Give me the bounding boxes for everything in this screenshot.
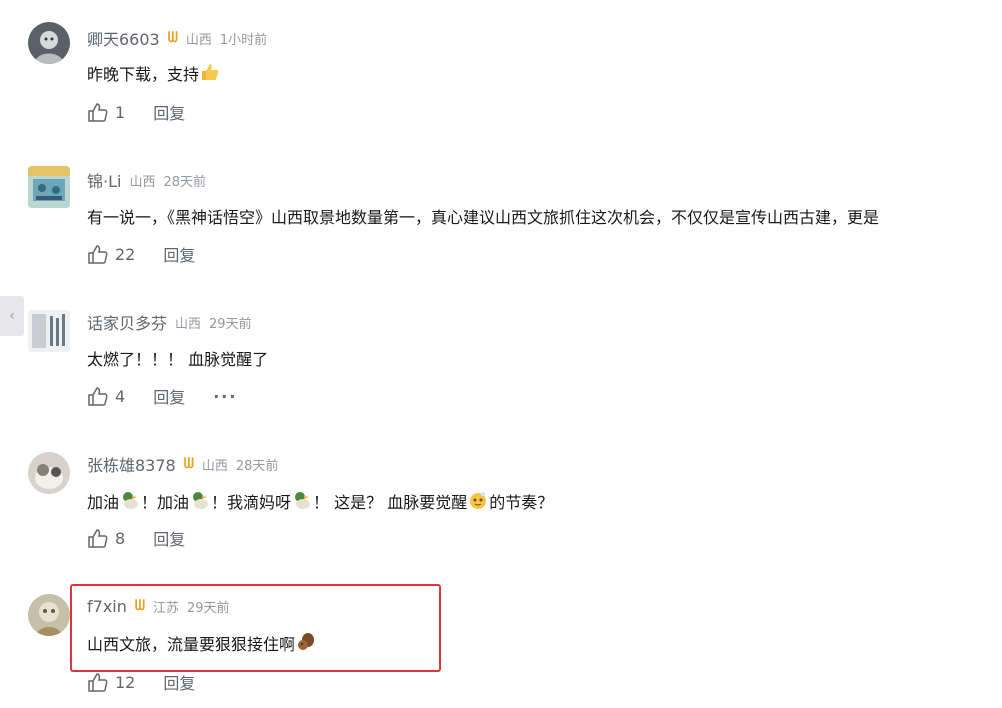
avatar[interactable] (28, 22, 70, 64)
comment-text: 太燃了！！！ 血脉觉醒了 (87, 350, 269, 369)
comment-item: 卿天6603 ᗯ 山西 1小时前 昨晚下载，支持 1 回复 (0, 0, 1002, 140)
comment-meta: 锦·Li 山西 28天前 (87, 168, 206, 192)
reply-button[interactable]: 回复 (163, 670, 195, 694)
duck-emoji-icon (292, 490, 312, 517)
reply-button[interactable]: 回复 (153, 100, 185, 124)
ip-location: 山西 (129, 174, 156, 190)
ip-location: 山西 (185, 32, 212, 48)
like-button[interactable]: 1 (87, 101, 125, 123)
more-options-button[interactable]: ··· (213, 387, 237, 406)
like-count: 1 (115, 102, 126, 122)
comment-text-part: 加油 (87, 493, 120, 512)
comment-text: 有一说一，《黑神话悟空》山西取景地数量第一，真心建议山西文旅抓住这次机会，不仅仅… (87, 208, 880, 227)
reply-button[interactable]: 回复 (153, 384, 185, 408)
comment-time: 28天前 (163, 174, 207, 190)
username[interactable]: 卿天6603 (87, 26, 160, 50)
comment-actions: 22 回复 (87, 242, 195, 266)
like-button[interactable]: 4 (87, 385, 125, 407)
comment-meta: 话家贝多芬 山西 29天前 (87, 310, 252, 334)
like-count: 12 (115, 672, 136, 692)
thumb-up-icon (88, 103, 108, 122)
comment-text-part: ！我滴妈呀 (211, 493, 292, 512)
comment-actions: 12 回复 (87, 670, 195, 694)
reply-button[interactable]: 回复 (153, 526, 185, 550)
duck-emoji-icon (190, 490, 210, 517)
like-button[interactable]: 8 (87, 527, 125, 549)
thumb-up-icon (88, 529, 108, 548)
comment-text-part: ！加油 (141, 493, 190, 512)
member-badge-icon: ᗯ (183, 456, 194, 472)
comment-text: 加油 ！加油 ！我滴妈呀 ！ 这是？ 血脉要觉醒 的节奏？ (87, 490, 553, 517)
comment-actions: 1 回复 (87, 100, 185, 124)
username[interactable]: 锦·Li (87, 168, 121, 192)
username[interactable]: 张栋雄8378 (87, 452, 176, 476)
like-button[interactable]: 22 (87, 243, 135, 265)
comment-item: 张栋雄8378 ᗯ 山西 28天前 加油 ！加油 ！我滴妈呀 ！ 这是？ 血脉要觉醒 的… (0, 426, 1002, 566)
thumb-up-icon (88, 673, 108, 692)
duck-emoji-icon (120, 490, 140, 517)
avatar[interactable] (28, 166, 70, 208)
comment-meta: 张栋雄8378 ᗯ 山西 28天前 (87, 452, 278, 476)
thumb-up-icon (88, 387, 108, 406)
avatar[interactable] (28, 310, 70, 352)
comment-actions: 4 回复 ··· (87, 384, 237, 408)
ip-location: 山西 (201, 458, 228, 474)
like-count: 8 (115, 528, 126, 548)
thumb-up-icon (88, 245, 108, 264)
ip-location: 山西 (175, 316, 202, 332)
comment-item: 锦·Li 山西 28天前 有一说一，《黑神话悟空》山西取景地数量第一，真心建议山… (0, 142, 1002, 282)
comment-text: 昨晚下载，支持 (87, 62, 221, 89)
comment-text-body: 昨晚下载，支持 (87, 65, 200, 84)
comment-meta: 卿天6603 ᗯ 山西 1小时前 (87, 26, 267, 50)
highlight-box (70, 584, 441, 672)
dizzy-face-emoji-icon (468, 490, 488, 517)
comment-time: 1小时前 (219, 32, 268, 48)
comment-item: 话家贝多芬 山西 29天前 太燃了！！！ 血脉觉醒了 4 回复 ··· (0, 284, 1002, 424)
reply-button[interactable]: 回复 (163, 242, 195, 266)
like-button[interactable]: 12 (87, 671, 135, 693)
thumbs-up-emoji-icon (200, 62, 220, 89)
comment-actions: 8 回复 (87, 526, 185, 550)
comment-text-part: 的节奏？ (489, 493, 554, 512)
like-count: 4 (115, 386, 126, 406)
avatar[interactable] (28, 594, 70, 636)
member-badge-icon: ᗯ (167, 30, 178, 46)
comment-time: 29天前 (209, 316, 252, 332)
username[interactable]: 话家贝多芬 (87, 310, 167, 334)
like-count: 22 (115, 244, 136, 264)
comment-text-part: ！ 这是？ 血脉要觉醒 (313, 493, 468, 512)
avatar[interactable] (28, 452, 70, 494)
comment-time: 28天前 (235, 458, 279, 474)
